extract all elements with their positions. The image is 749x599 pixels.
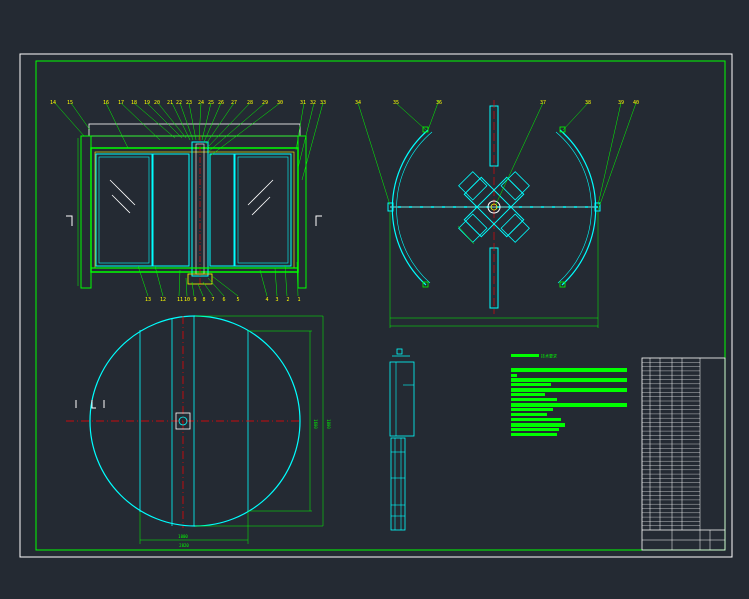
front-bottom-callout: 4 <box>265 297 268 303</box>
front-top-callout: 25 <box>208 100 214 106</box>
front-bottom-callout: 1 <box>297 297 300 303</box>
bottom-dim-3: 1800 <box>326 419 331 429</box>
front-top-callout: 24 <box>198 100 204 106</box>
front-top-callout: 28 <box>247 100 253 106</box>
drawing-frame <box>35 60 726 551</box>
bottom-plan-view <box>66 315 324 544</box>
front-bottom-callout: 6 <box>222 297 225 303</box>
detail-section <box>389 348 415 531</box>
plan-view <box>387 100 601 328</box>
front-top-callout: 29 <box>262 100 268 106</box>
bottom-dim-1: 1000 <box>178 534 188 539</box>
cad-drawing: 14 15 16 17 18 19 20 21 22 23 24 25 26 27 28 29 30 31 32 33… <box>19 53 733 558</box>
front-top-callout: 16 <box>103 100 109 106</box>
front-bottom-leaders <box>137 261 299 297</box>
front-top-callout: 19 <box>144 100 150 106</box>
front-top-callout: 21 <box>167 100 173 106</box>
bottom-dim-2: 1600 <box>313 419 318 429</box>
front-bottom-callout: 10 <box>184 297 190 303</box>
plan-callout: 34 <box>355 100 361 106</box>
plan-callout: 40 <box>633 100 639 106</box>
front-top-callout: 32 <box>310 100 316 106</box>
front-top-callout: 20 <box>154 100 160 106</box>
front-bottom-callout: 3 <box>275 297 278 303</box>
front-bottom-callout: 7 <box>211 297 214 303</box>
front-top-callout: 33 <box>320 100 326 106</box>
front-top-callout: 15 <box>67 100 73 106</box>
front-top-callout: 31 <box>300 100 306 106</box>
front-section-view <box>66 123 322 290</box>
front-top-callouts: 14 15 16 17 18 19 20 21 22 23 24 25 26 27 28 29 30 31 32 33 <box>50 100 326 106</box>
notes-heading: 技术要求 <box>541 353 557 359</box>
plan-callouts: 34 35 36 37 38 39 40 <box>355 100 639 106</box>
front-top-callout: 18 <box>131 100 137 106</box>
plan-callout: 38 <box>585 100 591 106</box>
plan-callout: 37 <box>540 100 546 106</box>
front-bottom-callout: 5 <box>236 297 239 303</box>
front-top-callout: 23 <box>186 100 192 106</box>
front-top-callout: 17 <box>118 100 124 106</box>
front-top-callout: 30 <box>277 100 283 106</box>
front-top-callout: 22 <box>176 100 182 106</box>
plan-callout: 36 <box>436 100 442 106</box>
technical-notes: 技术要求 <box>511 353 627 436</box>
front-top-callout: 27 <box>231 100 237 106</box>
plan-callout: 35 <box>393 100 399 106</box>
front-bottom-callouts: 13 12 11 10 9 8 7 6 5 4 3 2 1 <box>145 297 301 303</box>
sheet-border <box>19 53 733 558</box>
bottom-dim-width: 2820 <box>179 543 189 548</box>
title-block-rows <box>642 362 700 526</box>
front-bottom-callout: 2 <box>286 297 289 303</box>
plan-callout: 39 <box>618 100 624 106</box>
front-top-callout: 26 <box>218 100 224 106</box>
front-bottom-callout: 11 <box>177 297 183 303</box>
title-block <box>641 357 726 551</box>
front-bottom-callout: 12 <box>160 297 166 303</box>
front-bottom-callout: 8 <box>202 297 205 303</box>
front-top-callout: 14 <box>50 100 56 106</box>
front-bottom-callout: 9 <box>193 297 196 303</box>
front-bottom-callout: 13 <box>145 297 151 303</box>
